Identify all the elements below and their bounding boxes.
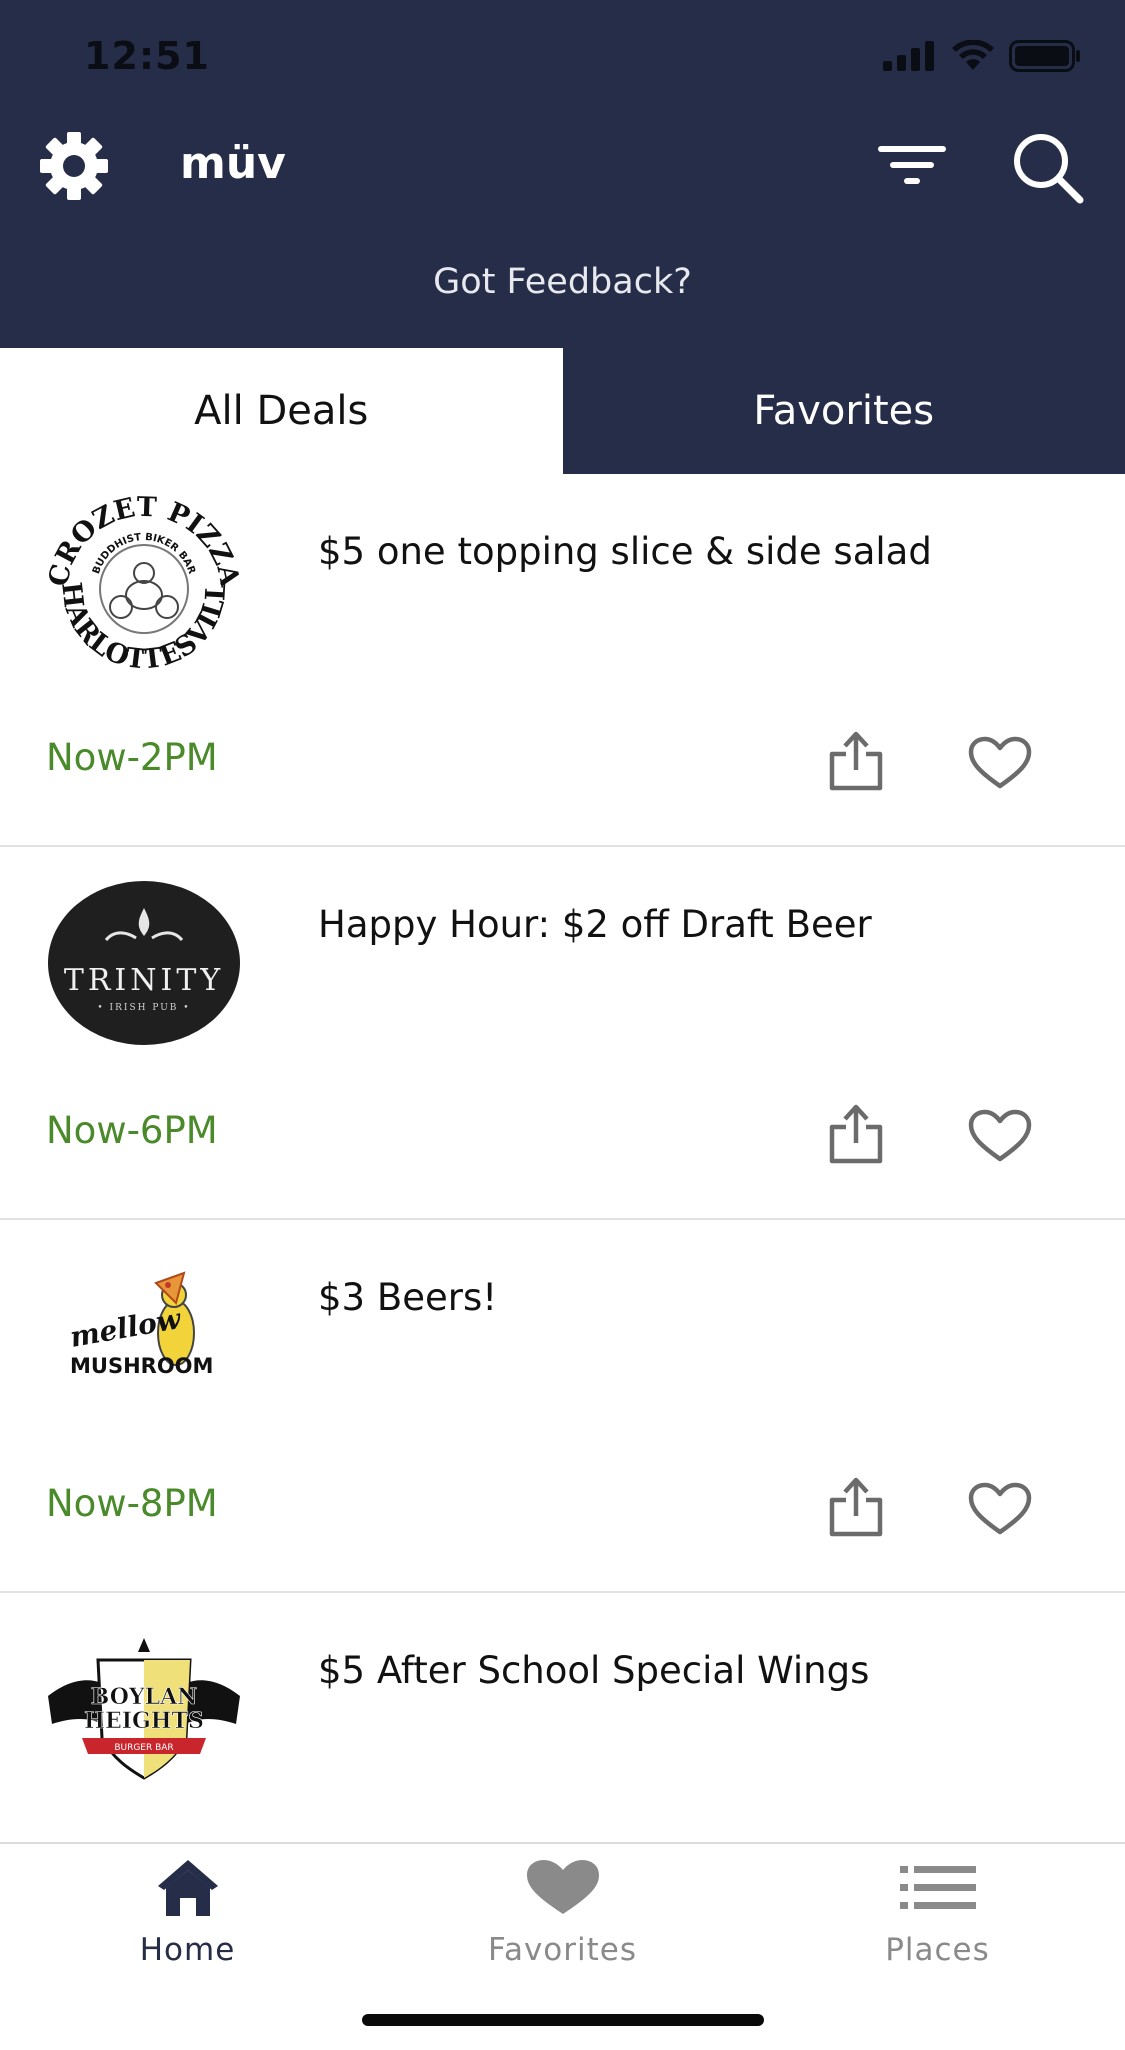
- deal-title: $5 one topping slice & side salad: [318, 530, 932, 573]
- mellow-mushroom-logo: mellow MUSHROOM: [46, 1238, 242, 1434]
- nav-places-label: Places: [885, 1932, 990, 1968]
- favorite-heart-icon[interactable]: [968, 1482, 1032, 1536]
- deal-card[interactable]: TRINITY • IRISH PUB • Happy Hour: $2 off…: [0, 847, 1125, 1220]
- nav-favorites-label: Favorites: [487, 1932, 638, 1968]
- share-icon[interactable]: [826, 730, 886, 792]
- boylan-heights-logo: BOYLAN HEIGHTS BURGER BAR: [46, 1611, 242, 1807]
- logo-text-bottom: • IRISH PUB •: [97, 1003, 190, 1013]
- nav-home[interactable]: Home: [0, 1844, 375, 2014]
- app-title: müv: [180, 138, 286, 189]
- deal-tabs: All Deals Favorites: [0, 348, 1125, 474]
- feedback-link[interactable]: Got Feedback?: [0, 262, 1125, 302]
- deal-time: Now-8PM: [46, 1482, 218, 1525]
- deal-title: $5 After School Special Wings: [318, 1649, 870, 1692]
- logo-text-top: BOYLAN: [91, 1684, 198, 1710]
- nav-favorites[interactable]: Favorites: [375, 1844, 750, 2014]
- trinity-logo: TRINITY • IRISH PUB •: [46, 865, 242, 1061]
- logo-text-top: TRINITY: [64, 963, 224, 998]
- nav-places[interactable]: Places: [750, 1844, 1125, 2014]
- heart-icon: [526, 1860, 599, 1914]
- deal-time: Now-6PM: [46, 1109, 218, 1152]
- favorite-heart-icon[interactable]: [968, 1109, 1032, 1163]
- search-icon[interactable]: [1010, 130, 1086, 206]
- tab-all-deals[interactable]: All Deals: [0, 348, 563, 474]
- deal-card[interactable]: CROZET PIZZA BUDDHIST BIKER BAR CHARLOTT…: [0, 474, 1125, 847]
- status-icons: [883, 40, 1081, 72]
- wifi-icon: [952, 40, 994, 70]
- logo-text-bottom: MUSHROOM: [70, 1354, 213, 1378]
- boylan-heights-logo-image: BOYLAN HEIGHTS BURGER BAR: [48, 1638, 240, 1780]
- battery-icon: [1009, 40, 1080, 72]
- deal-title: $3 Beers!: [318, 1276, 498, 1319]
- cellular-signal-icon: [883, 41, 934, 71]
- logo-text-bottom: BURGER BAR: [114, 1743, 173, 1753]
- share-icon[interactable]: [826, 1103, 886, 1165]
- list-icon: [899, 1866, 976, 1909]
- logo-text-mid: BUDDHIST BIKER BAR: [91, 532, 197, 576]
- share-icon[interactable]: [826, 1476, 886, 1538]
- settings-gear-icon[interactable]: [38, 130, 110, 202]
- logo-text-mid: HEIGHTS: [84, 1708, 204, 1734]
- nav-home-label: Home: [139, 1932, 236, 1968]
- filter-icon[interactable]: [876, 138, 948, 194]
- app-header: 12:51 müv Got Feedback?: [0, 0, 1125, 348]
- crozet-pizza-logo-image: CROZET PIZZA BUDDHIST BIKER BAR CHARLOTT…: [49, 495, 239, 676]
- deal-time: Now-2PM: [46, 736, 218, 779]
- tab-favorites[interactable]: Favorites: [562, 348, 1125, 474]
- home-icon: [157, 1860, 218, 1916]
- trinity-logo-image: TRINITY • IRISH PUB •: [48, 881, 240, 1045]
- deal-card[interactable]: mellow MUSHROOM $3 Beers! Now-8PM: [0, 1220, 1125, 1593]
- mellow-mushroom-logo-image: mellow MUSHROOM: [67, 1271, 213, 1378]
- home-indicator[interactable]: [362, 2014, 764, 2026]
- crozet-pizza-logo: CROZET PIZZA BUDDHIST BIKER BAR CHARLOTT…: [46, 492, 242, 688]
- favorite-heart-icon[interactable]: [968, 736, 1032, 790]
- deal-title: Happy Hour: $2 off Draft Beer: [318, 903, 872, 946]
- status-time: 12:51: [84, 34, 210, 78]
